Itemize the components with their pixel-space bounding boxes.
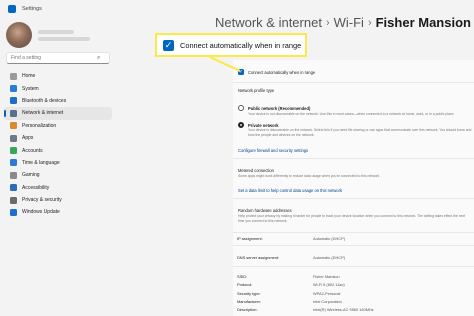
callout-checkbox-icon: ✓ [163,39,174,51]
zoomed-callout: ✓ Connect automatically when in range [155,33,307,57]
callout-label: Connect automatically when in range [180,40,302,50]
